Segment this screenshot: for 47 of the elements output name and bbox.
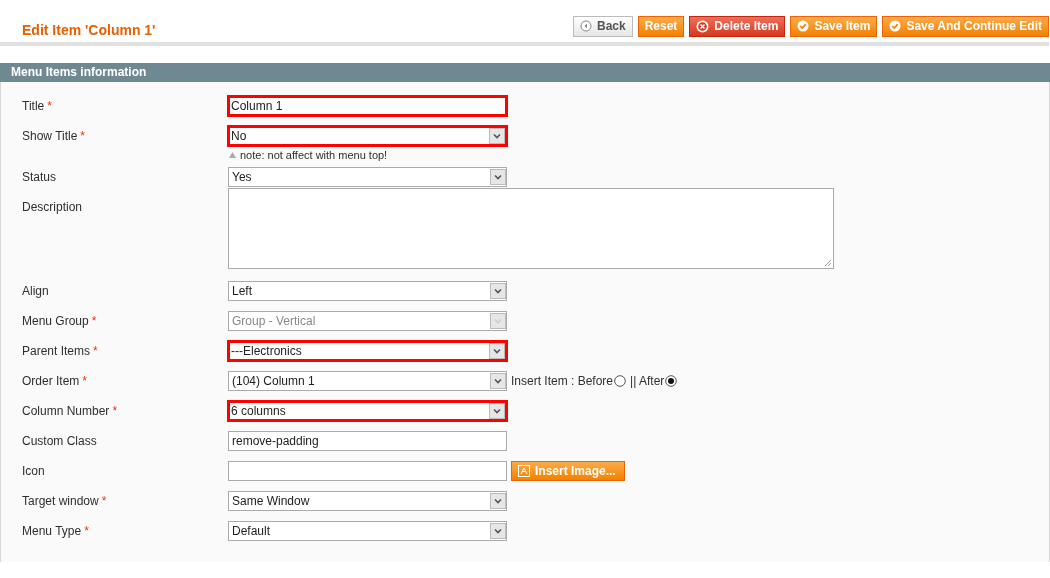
- dropdown-field[interactable]: Same Window: [228, 491, 507, 511]
- field-label: Order Item: [22, 374, 80, 388]
- dropdown-field[interactable]: ---Electronics: [227, 340, 508, 362]
- field-note: note: not affect with menu top!: [240, 149, 388, 161]
- radio-label: || After: [630, 374, 665, 388]
- triangle-icon: [229, 152, 236, 158]
- radio-button[interactable]: [665, 375, 678, 387]
- field-label: Target window: [22, 494, 99, 508]
- required-mark: *: [84, 524, 89, 538]
- text-field[interactable]: remove-padding: [228, 431, 507, 451]
- required-mark: *: [91, 314, 97, 328]
- checkmark-icon: [889, 20, 902, 32]
- required-mark: *: [112, 404, 118, 418]
- dropdown-field[interactable]: No: [227, 125, 508, 147]
- delete-icon: [696, 19, 710, 33]
- section-header: Menu Items information: [0, 63, 1050, 82]
- field-label: Parent Items: [22, 344, 91, 358]
- field-label: Show Title: [22, 129, 78, 143]
- field-label: Title: [22, 99, 45, 113]
- field-label: Custom Class: [22, 434, 97, 448]
- field-label: Align: [22, 284, 49, 298]
- back-button[interactable]: Back: [573, 15, 633, 37]
- text-field[interactable]: Column 1: [227, 95, 508, 117]
- required-mark: *: [82, 374, 88, 388]
- resize-grip-icon[interactable]: [824, 259, 832, 267]
- required-mark: *: [101, 494, 107, 508]
- field-label: Icon: [22, 464, 45, 478]
- dropdown-field[interactable]: Yes: [228, 167, 507, 187]
- dropdown-field[interactable]: Left: [228, 281, 507, 301]
- text-field[interactable]: [228, 461, 507, 481]
- field-label: Status: [22, 170, 57, 184]
- image-icon: [518, 465, 530, 477]
- field-label: Description: [22, 200, 83, 214]
- field-label: Menu Group: [22, 314, 89, 328]
- checkmark-icon: [797, 20, 810, 32]
- dropdown-field[interactable]: (104) Column 1: [228, 371, 507, 391]
- dropdown-field[interactable]: Default: [228, 521, 507, 541]
- required-mark: *: [47, 99, 52, 113]
- required-mark: *: [80, 129, 86, 143]
- field-label: Menu Type: [22, 524, 82, 538]
- field-label: Column Number: [22, 404, 110, 418]
- page-title: Edit Item 'Column 1': [22, 22, 156, 38]
- delete-button[interactable]: Delete Item: [689, 15, 786, 37]
- required-mark: *: [93, 344, 98, 358]
- radio-label: Insert Item : Before: [511, 374, 614, 388]
- radio-button[interactable]: [614, 375, 627, 387]
- dropdown-field[interactable]: 6 columns: [227, 400, 508, 422]
